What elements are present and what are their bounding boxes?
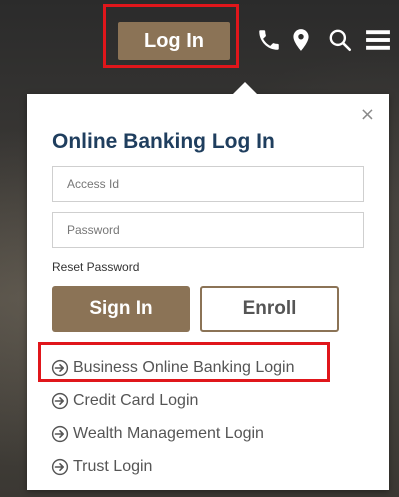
close-icon[interactable]: × (360, 104, 375, 125)
reset-password-link[interactable]: Reset Password (52, 260, 139, 274)
menu-icon[interactable] (364, 27, 390, 53)
enroll-button[interactable]: Enroll (200, 286, 339, 332)
wealth-management-login-link[interactable]: Wealth Management Login (51, 422, 264, 446)
link-label: Business Online Banking Login (73, 359, 295, 376)
panel-pointer (233, 82, 257, 94)
map-pin-icon[interactable] (288, 27, 314, 53)
arrow-circle-icon (51, 359, 69, 377)
arrow-circle-icon (51, 458, 69, 476)
log-in-button[interactable]: Log In (118, 22, 230, 60)
access-id-input[interactable] (52, 166, 364, 202)
panel-title: Online Banking Log In (52, 130, 275, 153)
login-dropdown-panel: × Online Banking Log In Reset Password S… (27, 82, 389, 490)
trust-login-link[interactable]: Trust Login (51, 455, 152, 479)
password-input[interactable] (52, 212, 364, 248)
credit-card-login-link[interactable]: Credit Card Login (51, 389, 198, 413)
phone-icon[interactable] (256, 27, 282, 53)
link-label: Trust Login (73, 458, 153, 475)
link-label: Wealth Management Login (73, 425, 264, 442)
search-icon[interactable] (327, 27, 353, 53)
link-label: Credit Card Login (73, 392, 199, 409)
sign-in-button[interactable]: Sign In (52, 286, 190, 332)
arrow-circle-icon (51, 392, 69, 410)
arrow-circle-icon (51, 425, 69, 443)
business-online-banking-login-link[interactable]: Business Online Banking Login (51, 356, 294, 380)
top-navigation: Log In (0, 0, 399, 80)
